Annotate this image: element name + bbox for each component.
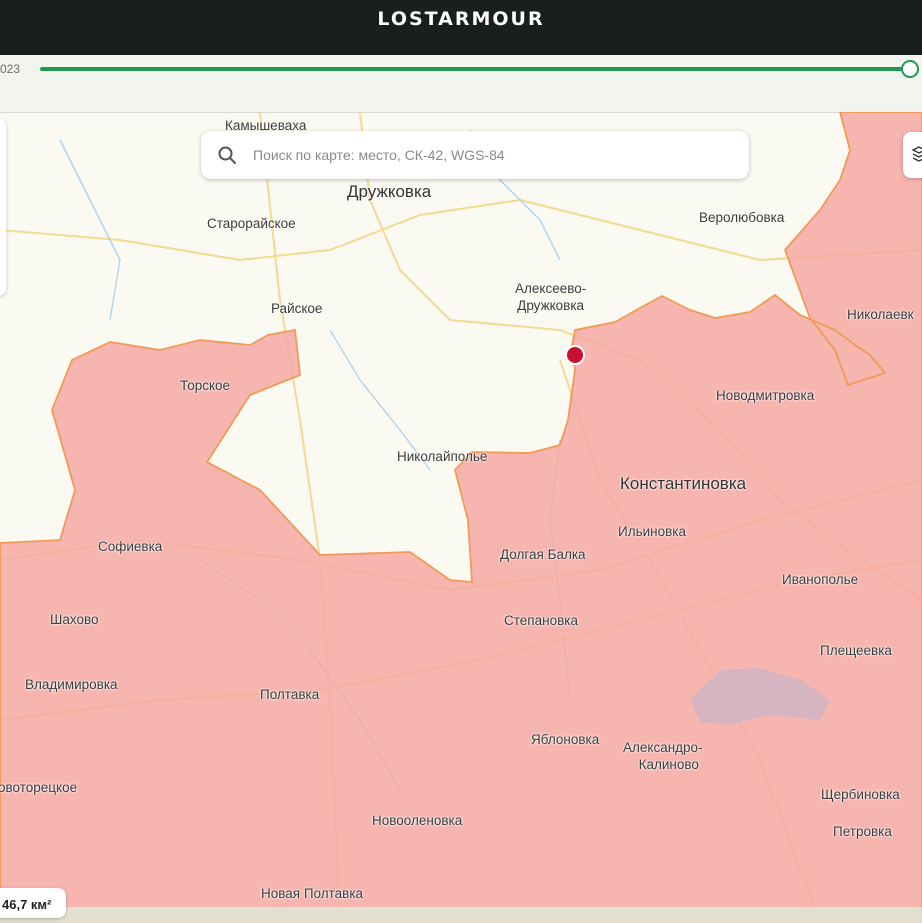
map-canvas[interactable]: Камышеваха Дружковка Старорайское Веролю… — [0, 112, 922, 923]
place-label-novoolenovka[interactable]: Новооленовка — [372, 813, 462, 828]
left-side-panel[interactable] — [0, 118, 6, 296]
place-label-druzhkovka[interactable]: Дружковка — [347, 182, 431, 202]
place-label-yablonovka[interactable]: Яблоновка — [531, 732, 599, 747]
place-label-nikolaypolye[interactable]: Николайполье — [397, 449, 487, 464]
top-bar: LOSTARMOUR — [0, 0, 922, 55]
place-label-sofievka[interactable]: Софиевка — [98, 539, 162, 554]
place-label-aleksandro-line2: Калиново — [638, 757, 699, 772]
timeline-track[interactable] — [40, 67, 908, 71]
place-label-pleshcheevka[interactable]: Плещеевка — [820, 643, 892, 658]
place-label-alekseevo-line1: Алексеево- — [515, 281, 587, 296]
timeline-bar: 023 — [0, 55, 922, 113]
event-marker — [565, 345, 585, 365]
place-label-ilinovka[interactable]: Ильиновка — [618, 524, 686, 539]
place-label-shakhovo[interactable]: Шахово — [50, 612, 99, 627]
place-label-dolgaya-balka[interactable]: Долгая Балка — [500, 547, 586, 562]
place-label-konstantinovka[interactable]: Константиновка — [620, 474, 746, 494]
place-label-aleksandro-line1: Александро- — [623, 740, 703, 755]
timeline-date-label: 023 — [0, 62, 21, 76]
bottom-toolbar-strip — [0, 907, 922, 923]
place-label-verolyubovka[interactable]: Веролюбовка — [699, 210, 784, 225]
place-label-aleksandro-kalinovo[interactable]: Александро- Калиново — [623, 739, 703, 773]
search-icon[interactable] — [217, 145, 237, 165]
place-label-vladimirovka[interactable]: Владимировка — [25, 677, 118, 692]
place-label-ivanopolye[interactable]: Иванополье — [782, 572, 858, 587]
search-input[interactable] — [251, 141, 735, 169]
layers-control[interactable] — [903, 132, 922, 178]
place-label-alekseevo-druzhkovka[interactable]: Алексеево- Дружковка — [515, 280, 586, 314]
map-svg — [0, 112, 922, 923]
place-label-petrovka[interactable]: Петровка — [833, 824, 892, 839]
brand-logo[interactable]: LOSTARMOUR — [0, 8, 922, 30]
place-label-staroraiskoe[interactable]: Старорайское — [207, 216, 296, 231]
place-label-novaya-poltavka[interactable]: Новая Полтавка — [261, 886, 363, 901]
area-measure-badge[interactable]: 46,7 км² — [0, 888, 66, 918]
place-label-shcherbinovka[interactable]: Щербиновка — [821, 787, 900, 802]
area-measure-value: 46,7 км² — [2, 897, 52, 912]
controlled-area-main — [0, 112, 922, 923]
place-label-alekseevo-line2: Дружковка — [517, 298, 585, 313]
place-label-novodmitrovka[interactable]: Новодмитровка — [716, 388, 814, 403]
layers-icon — [912, 146, 922, 162]
timeline-slider-handle[interactable] — [901, 60, 919, 78]
place-label-torskoe[interactable]: Торское — [180, 378, 230, 393]
place-label-novotoretskoe[interactable]: овоторецкое — [0, 780, 77, 795]
place-label-poltavka[interactable]: Полтавка — [260, 687, 319, 702]
controlled-area — [0, 112, 922, 923]
map-search-box — [201, 131, 749, 179]
place-label-stepanovka[interactable]: Степановка — [504, 613, 578, 628]
place-label-raiskoe[interactable]: Райское — [271, 301, 322, 316]
place-label-nikolaevka[interactable]: Николаевк — [847, 307, 914, 322]
